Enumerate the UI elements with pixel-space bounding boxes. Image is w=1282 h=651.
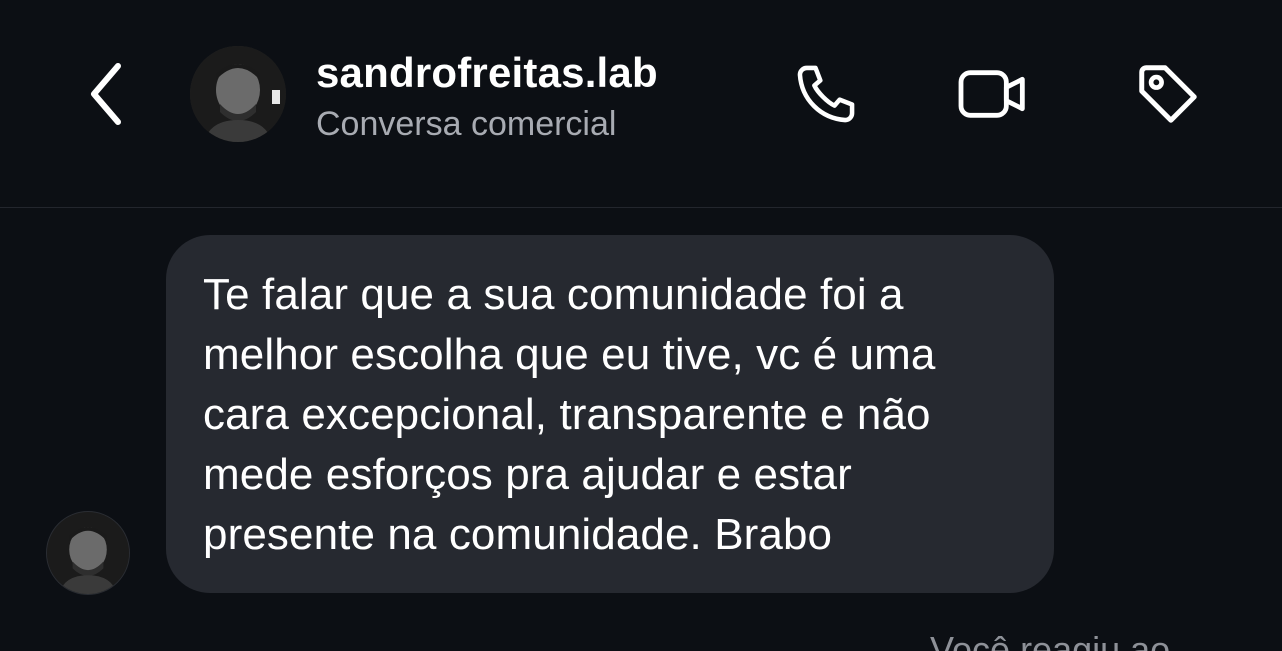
- username: sandrofreitas.lab: [316, 49, 658, 96]
- profile-avatar[interactable]: [190, 46, 286, 142]
- sender-avatar[interactable]: [46, 511, 130, 595]
- chevron-left-icon: [91, 63, 121, 125]
- message-text: Te falar que a sua comunidade foi a melh…: [203, 270, 936, 559]
- tag-icon: [1139, 65, 1197, 123]
- label-button[interactable]: [1130, 56, 1206, 132]
- reaction-status-text: Você reagiu ao: [930, 629, 1171, 651]
- conversation-type: Conversa comercial: [316, 105, 617, 143]
- profile-photo: [47, 512, 129, 594]
- chat-header: sandrofreitas.lab Conversa comercial: [0, 0, 1282, 208]
- call-button[interactable]: [788, 56, 864, 132]
- back-button[interactable]: [78, 60, 134, 128]
- video-camera-icon: [958, 70, 1025, 118]
- video-call-button[interactable]: [955, 56, 1031, 132]
- phone-icon: [797, 65, 855, 123]
- message-bubble[interactable]: Te falar que a sua comunidade foi a melh…: [166, 235, 1054, 593]
- profile-photo: [190, 46, 286, 142]
- conversation-title[interactable]: sandrofreitas.lab Conversa comercial: [316, 48, 658, 144]
